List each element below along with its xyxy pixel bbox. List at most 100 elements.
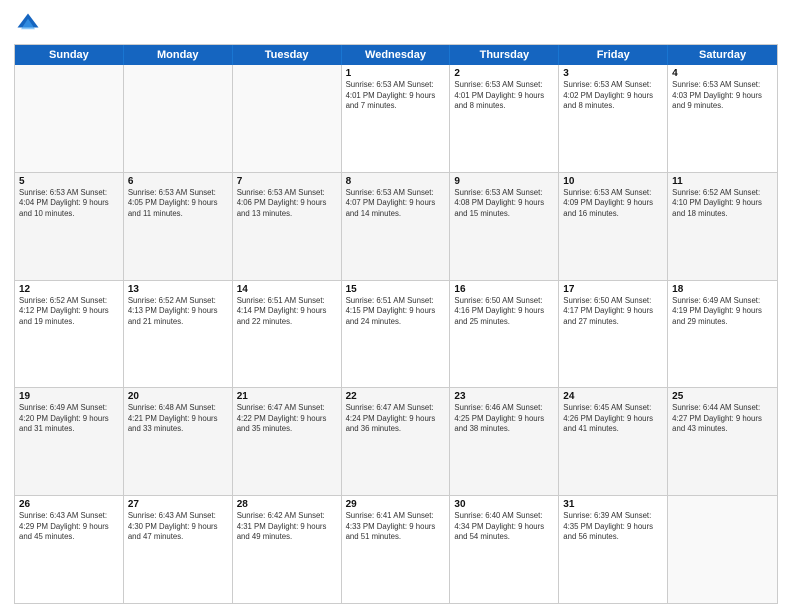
calendar-cell: 3Sunrise: 6:53 AM Sunset: 4:02 PM Daylig… (559, 65, 668, 172)
day-number: 25 (672, 391, 773, 402)
calendar-cell: 23Sunrise: 6:46 AM Sunset: 4:25 PM Dayli… (450, 388, 559, 495)
cell-info: Sunrise: 6:47 AM Sunset: 4:24 PM Dayligh… (346, 403, 446, 435)
calendar-cell: 7Sunrise: 6:53 AM Sunset: 4:06 PM Daylig… (233, 173, 342, 280)
calendar-cell: 1Sunrise: 6:53 AM Sunset: 4:01 PM Daylig… (342, 65, 451, 172)
cell-info: Sunrise: 6:53 AM Sunset: 4:09 PM Dayligh… (563, 188, 663, 220)
calendar: SundayMondayTuesdayWednesdayThursdayFrid… (14, 44, 778, 604)
day-number: 14 (237, 284, 337, 295)
calendar-cell: 25Sunrise: 6:44 AM Sunset: 4:27 PM Dayli… (668, 388, 777, 495)
day-number: 16 (454, 284, 554, 295)
calendar-cell: 10Sunrise: 6:53 AM Sunset: 4:09 PM Dayli… (559, 173, 668, 280)
calendar-cell: 22Sunrise: 6:47 AM Sunset: 4:24 PM Dayli… (342, 388, 451, 495)
day-number: 24 (563, 391, 663, 402)
cell-info: Sunrise: 6:40 AM Sunset: 4:34 PM Dayligh… (454, 511, 554, 543)
calendar-header: SundayMondayTuesdayWednesdayThursdayFrid… (15, 45, 777, 65)
calendar-row-2: 12Sunrise: 6:52 AM Sunset: 4:12 PM Dayli… (15, 280, 777, 388)
calendar-cell: 5Sunrise: 6:53 AM Sunset: 4:04 PM Daylig… (15, 173, 124, 280)
calendar-cell: 30Sunrise: 6:40 AM Sunset: 4:34 PM Dayli… (450, 496, 559, 603)
calendar-cell: 18Sunrise: 6:49 AM Sunset: 4:19 PM Dayli… (668, 281, 777, 388)
calendar-cell: 26Sunrise: 6:43 AM Sunset: 4:29 PM Dayli… (15, 496, 124, 603)
day-number: 5 (19, 176, 119, 187)
day-number: 3 (563, 68, 663, 79)
cell-info: Sunrise: 6:42 AM Sunset: 4:31 PM Dayligh… (237, 511, 337, 543)
cell-info: Sunrise: 6:53 AM Sunset: 4:07 PM Dayligh… (346, 188, 446, 220)
day-number: 13 (128, 284, 228, 295)
day-number: 7 (237, 176, 337, 187)
cell-info: Sunrise: 6:50 AM Sunset: 4:17 PM Dayligh… (563, 296, 663, 328)
cell-info: Sunrise: 6:47 AM Sunset: 4:22 PM Dayligh… (237, 403, 337, 435)
day-number: 27 (128, 499, 228, 510)
day-number: 30 (454, 499, 554, 510)
cell-info: Sunrise: 6:45 AM Sunset: 4:26 PM Dayligh… (563, 403, 663, 435)
calendar-cell: 11Sunrise: 6:52 AM Sunset: 4:10 PM Dayli… (668, 173, 777, 280)
calendar-cell: 6Sunrise: 6:53 AM Sunset: 4:05 PM Daylig… (124, 173, 233, 280)
cell-info: Sunrise: 6:49 AM Sunset: 4:20 PM Dayligh… (19, 403, 119, 435)
day-number: 18 (672, 284, 773, 295)
cell-info: Sunrise: 6:41 AM Sunset: 4:33 PM Dayligh… (346, 511, 446, 543)
cell-info: Sunrise: 6:48 AM Sunset: 4:21 PM Dayligh… (128, 403, 228, 435)
calendar-cell: 20Sunrise: 6:48 AM Sunset: 4:21 PM Dayli… (124, 388, 233, 495)
logo-icon (14, 10, 42, 38)
cell-info: Sunrise: 6:39 AM Sunset: 4:35 PM Dayligh… (563, 511, 663, 543)
header-day-saturday: Saturday (668, 45, 777, 65)
header-day-friday: Friday (559, 45, 668, 65)
calendar-cell: 27Sunrise: 6:43 AM Sunset: 4:30 PM Dayli… (124, 496, 233, 603)
cell-info: Sunrise: 6:52 AM Sunset: 4:12 PM Dayligh… (19, 296, 119, 328)
cell-info: Sunrise: 6:50 AM Sunset: 4:16 PM Dayligh… (454, 296, 554, 328)
cell-info: Sunrise: 6:53 AM Sunset: 4:02 PM Dayligh… (563, 80, 663, 112)
calendar-cell: 15Sunrise: 6:51 AM Sunset: 4:15 PM Dayli… (342, 281, 451, 388)
day-number: 8 (346, 176, 446, 187)
calendar-cell: 2Sunrise: 6:53 AM Sunset: 4:01 PM Daylig… (450, 65, 559, 172)
cell-info: Sunrise: 6:51 AM Sunset: 4:15 PM Dayligh… (346, 296, 446, 328)
calendar-cell: 17Sunrise: 6:50 AM Sunset: 4:17 PM Dayli… (559, 281, 668, 388)
cell-info: Sunrise: 6:51 AM Sunset: 4:14 PM Dayligh… (237, 296, 337, 328)
day-number: 17 (563, 284, 663, 295)
calendar-cell (124, 65, 233, 172)
cell-info: Sunrise: 6:53 AM Sunset: 4:04 PM Dayligh… (19, 188, 119, 220)
day-number: 12 (19, 284, 119, 295)
day-number: 9 (454, 176, 554, 187)
cell-info: Sunrise: 6:46 AM Sunset: 4:25 PM Dayligh… (454, 403, 554, 435)
cell-info: Sunrise: 6:49 AM Sunset: 4:19 PM Dayligh… (672, 296, 773, 328)
header-day-wednesday: Wednesday (342, 45, 451, 65)
cell-info: Sunrise: 6:53 AM Sunset: 4:03 PM Dayligh… (672, 80, 773, 112)
calendar-cell (668, 496, 777, 603)
calendar-cell: 16Sunrise: 6:50 AM Sunset: 4:16 PM Dayli… (450, 281, 559, 388)
page: SundayMondayTuesdayWednesdayThursdayFrid… (0, 0, 792, 612)
day-number: 6 (128, 176, 228, 187)
day-number: 1 (346, 68, 446, 79)
calendar-cell: 28Sunrise: 6:42 AM Sunset: 4:31 PM Dayli… (233, 496, 342, 603)
cell-info: Sunrise: 6:43 AM Sunset: 4:30 PM Dayligh… (128, 511, 228, 543)
day-number: 19 (19, 391, 119, 402)
calendar-cell: 31Sunrise: 6:39 AM Sunset: 4:35 PM Dayli… (559, 496, 668, 603)
cell-info: Sunrise: 6:53 AM Sunset: 4:06 PM Dayligh… (237, 188, 337, 220)
calendar-row-4: 26Sunrise: 6:43 AM Sunset: 4:29 PM Dayli… (15, 495, 777, 603)
calendar-cell: 8Sunrise: 6:53 AM Sunset: 4:07 PM Daylig… (342, 173, 451, 280)
day-number: 11 (672, 176, 773, 187)
calendar-cell: 14Sunrise: 6:51 AM Sunset: 4:14 PM Dayli… (233, 281, 342, 388)
day-number: 2 (454, 68, 554, 79)
day-number: 28 (237, 499, 337, 510)
calendar-cell: 4Sunrise: 6:53 AM Sunset: 4:03 PM Daylig… (668, 65, 777, 172)
header-day-thursday: Thursday (450, 45, 559, 65)
calendar-cell: 9Sunrise: 6:53 AM Sunset: 4:08 PM Daylig… (450, 173, 559, 280)
calendar-cell: 12Sunrise: 6:52 AM Sunset: 4:12 PM Dayli… (15, 281, 124, 388)
calendar-cell: 29Sunrise: 6:41 AM Sunset: 4:33 PM Dayli… (342, 496, 451, 603)
calendar-row-1: 5Sunrise: 6:53 AM Sunset: 4:04 PM Daylig… (15, 172, 777, 280)
calendar-cell (233, 65, 342, 172)
calendar-body: 1 Sunrise: 6:53 AM Sunset: 4:01 PM Daylig… (15, 65, 777, 603)
cell-info: Sunrise: 6:53 AM Sunset: 4:05 PM Dayligh… (128, 188, 228, 220)
cell-info: Sunrise: 6:53 AM Sunset: 4:01 PM Dayligh… (454, 80, 554, 112)
cell-info: Sunrise: 6:52 AM Sunset: 4:10 PM Dayligh… (672, 188, 773, 220)
day-number: 4 (672, 68, 773, 79)
logo (14, 10, 46, 38)
calendar-cell: 13Sunrise: 6:52 AM Sunset: 4:13 PM Dayli… (124, 281, 233, 388)
day-number: 26 (19, 499, 119, 510)
cell-info: Sunrise: 6:53 AM Sunset: 4:08 PM Dayligh… (454, 188, 554, 220)
cell-info: Sunrise: 6:52 AM Sunset: 4:13 PM Dayligh… (128, 296, 228, 328)
day-number: 22 (346, 391, 446, 402)
header-day-tuesday: Tuesday (233, 45, 342, 65)
calendar-cell: 19Sunrise: 6:49 AM Sunset: 4:20 PM Dayli… (15, 388, 124, 495)
calendar-cell: 24Sunrise: 6:45 AM Sunset: 4:26 PM Dayli… (559, 388, 668, 495)
header-day-sunday: Sunday (15, 45, 124, 65)
